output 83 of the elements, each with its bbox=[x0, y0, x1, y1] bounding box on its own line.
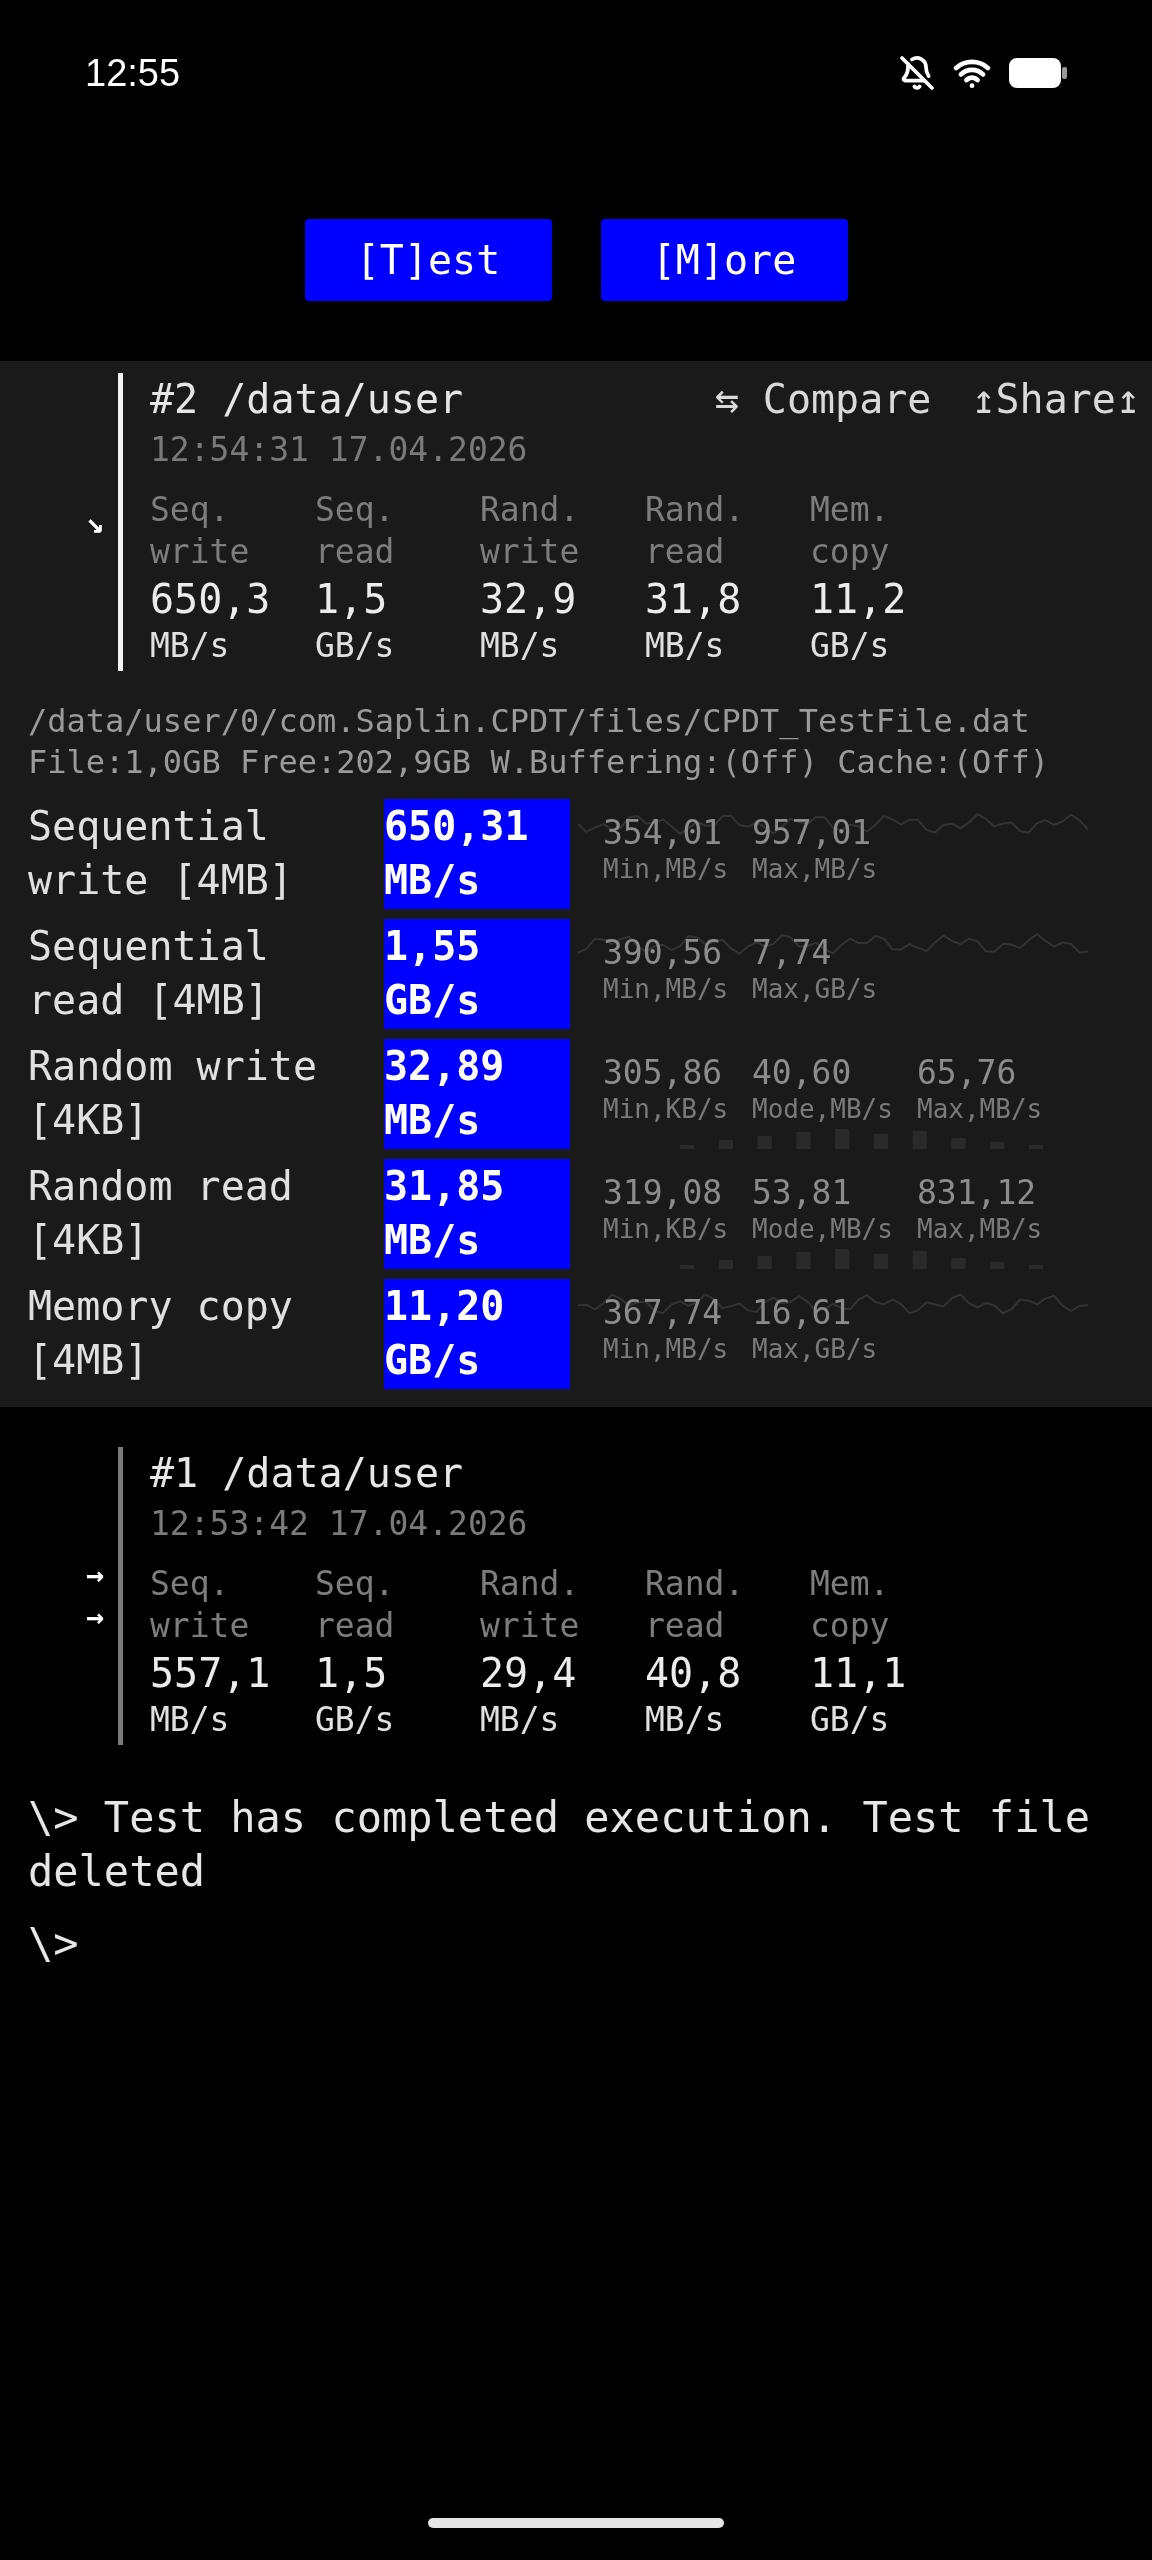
test-name: Sequential write [4MB] bbox=[28, 802, 294, 905]
console-line: \> bbox=[28, 1918, 80, 1970]
stat-value: 367,74 bbox=[603, 1293, 723, 1333]
metric-unit: MB/s bbox=[645, 1699, 725, 1741]
result-title: #2 /data/user bbox=[150, 375, 465, 424]
metric-unit: MB/s bbox=[150, 625, 230, 667]
stat-value: 65,76 bbox=[917, 1053, 1017, 1093]
stat-label: Max,GB/s bbox=[752, 973, 878, 1005]
stat-value: 831,12 bbox=[917, 1173, 1037, 1213]
metric-label: Seq. write bbox=[150, 489, 251, 573]
result-value: 32,89 MB/s bbox=[384, 1039, 570, 1149]
metric-unit: MB/s bbox=[480, 1699, 560, 1741]
status-time: 12:55 bbox=[85, 50, 181, 96]
stat-label: Mode,MB/s bbox=[752, 1093, 893, 1125]
metric-value: 32,9 bbox=[480, 575, 577, 624]
file-info: /data/user/0/com.Saplin.CPDT/files/CPDT_TestFile.dat bbox=[28, 701, 1031, 742]
result-value: 650,31 MB/s bbox=[384, 799, 570, 909]
metric-label: Seq. read bbox=[315, 1563, 396, 1647]
stat-label: Min,KB/s bbox=[603, 1093, 729, 1125]
home-indicator[interactable] bbox=[428, 2518, 724, 2528]
metric-unit: GB/s bbox=[315, 625, 395, 667]
metric-unit: MB/s bbox=[645, 625, 725, 667]
test-name: Memory copy [4MB] bbox=[28, 1282, 294, 1385]
stat-label: Min,MB/s bbox=[603, 1333, 729, 1365]
metric-label: Mem. copy bbox=[810, 489, 891, 573]
stat-label: Max,MB/s bbox=[917, 1213, 1043, 1245]
result-date: 12:54:31 17.04.2026 bbox=[150, 429, 529, 471]
metric-label: Mem. copy bbox=[810, 1563, 891, 1647]
metric-label: Rand. write bbox=[480, 1563, 581, 1647]
more-button[interactable]: [M]ore bbox=[600, 219, 848, 301]
result-date: 12:53:42 17.04.2026 bbox=[150, 1503, 529, 1545]
metric-unit: MB/s bbox=[480, 625, 560, 667]
stat-label: Min,KB/s bbox=[603, 1213, 729, 1245]
metric-label: Rand. read bbox=[645, 489, 746, 573]
battery-icon bbox=[1009, 58, 1067, 88]
stat-label: Max,GB/s bbox=[752, 1333, 878, 1365]
result-value: 31,85 MB/s bbox=[384, 1159, 570, 1269]
metric-unit: MB/s bbox=[150, 1699, 230, 1741]
result-card[interactable]: #1 /data/user 12:53:42 17.04.2026 Seq. write 557,1 MB/s Seq. read 1,5 GB/s Rand. write 29,4 MB/s Rand. read 40,8 MB/s Mem. copy 11,1 GB/s bbox=[118, 1447, 1152, 1745]
arrow-marker: → bbox=[85, 1559, 104, 1591]
result-title: #1 /data/user bbox=[150, 1449, 465, 1498]
stat-value: 16,61 bbox=[752, 1293, 852, 1333]
metric-value: 11,2 bbox=[810, 575, 907, 624]
stat-label: Min,MB/s bbox=[603, 973, 729, 1005]
metric-value: 31,8 bbox=[645, 575, 742, 624]
metric-value: 1,5 bbox=[315, 575, 388, 624]
mute-icon bbox=[899, 55, 935, 91]
arrow-marker: → bbox=[85, 1601, 104, 1633]
stat-value: 957,01 bbox=[752, 813, 872, 853]
file-info: File:1,0GB Free:202,9GB W.Buffering:(Off) Cache:(Off) bbox=[28, 742, 1051, 783]
stat-value: 390,56 bbox=[603, 933, 723, 973]
result-value: 11,20 GB/s bbox=[384, 1279, 570, 1389]
stat-value: 40,60 bbox=[752, 1053, 852, 1093]
metric-value: 1,5 bbox=[315, 1649, 388, 1698]
metric-value: 557,1 bbox=[150, 1649, 271, 1698]
metric-value: 11,1 bbox=[810, 1649, 907, 1698]
arrow-marker: ↘ bbox=[85, 506, 104, 538]
test-name: Random write [4KB] bbox=[28, 1042, 318, 1145]
stat-value: 354,01 bbox=[603, 813, 723, 853]
metric-value: 650,3 bbox=[150, 575, 271, 624]
metric-unit: GB/s bbox=[315, 1699, 395, 1741]
result-card[interactable]: #2 /data/user ⇆ Compare ↥Share↥ 12:54:31 17.04.2026 Seq. write 650,3 MB/s Seq. read 1,5 GB/s Rand. write 32,9 MB/s Rand. read 31,8 MB/s Mem. copy 11,2 GB/s bbox=[118, 373, 1152, 671]
console-line: \> Test has completed execution. Test file deleted bbox=[28, 1792, 1092, 1898]
metric-value: 29,4 bbox=[480, 1649, 577, 1698]
stat-label: Min,MB/s bbox=[603, 853, 729, 885]
metric-label: Rand. read bbox=[645, 1563, 746, 1647]
metric-label: Seq. read bbox=[315, 489, 396, 573]
stat-value: 319,08 bbox=[603, 1173, 723, 1213]
metric-unit: GB/s bbox=[810, 1699, 890, 1741]
test-button[interactable]: [T]est bbox=[304, 219, 552, 301]
stat-label: Max,MB/s bbox=[917, 1093, 1043, 1125]
metric-label: Rand. write bbox=[480, 489, 581, 573]
metric-unit: GB/s bbox=[810, 625, 890, 667]
test-name: Sequential read [4MB] bbox=[28, 922, 270, 1025]
result-value: 1,55 GB/s bbox=[384, 919, 570, 1029]
stat-value: 7,74 bbox=[752, 933, 832, 973]
metric-label: Seq. write bbox=[150, 1563, 251, 1647]
stat-label: Max,MB/s bbox=[752, 853, 878, 885]
stat-label: Mode,MB/s bbox=[752, 1213, 893, 1245]
stat-value: 53,81 bbox=[752, 1173, 852, 1213]
test-name: Random read [4KB] bbox=[28, 1162, 294, 1265]
metric-value: 40,8 bbox=[645, 1649, 742, 1698]
stat-value: 305,86 bbox=[603, 1053, 723, 1093]
